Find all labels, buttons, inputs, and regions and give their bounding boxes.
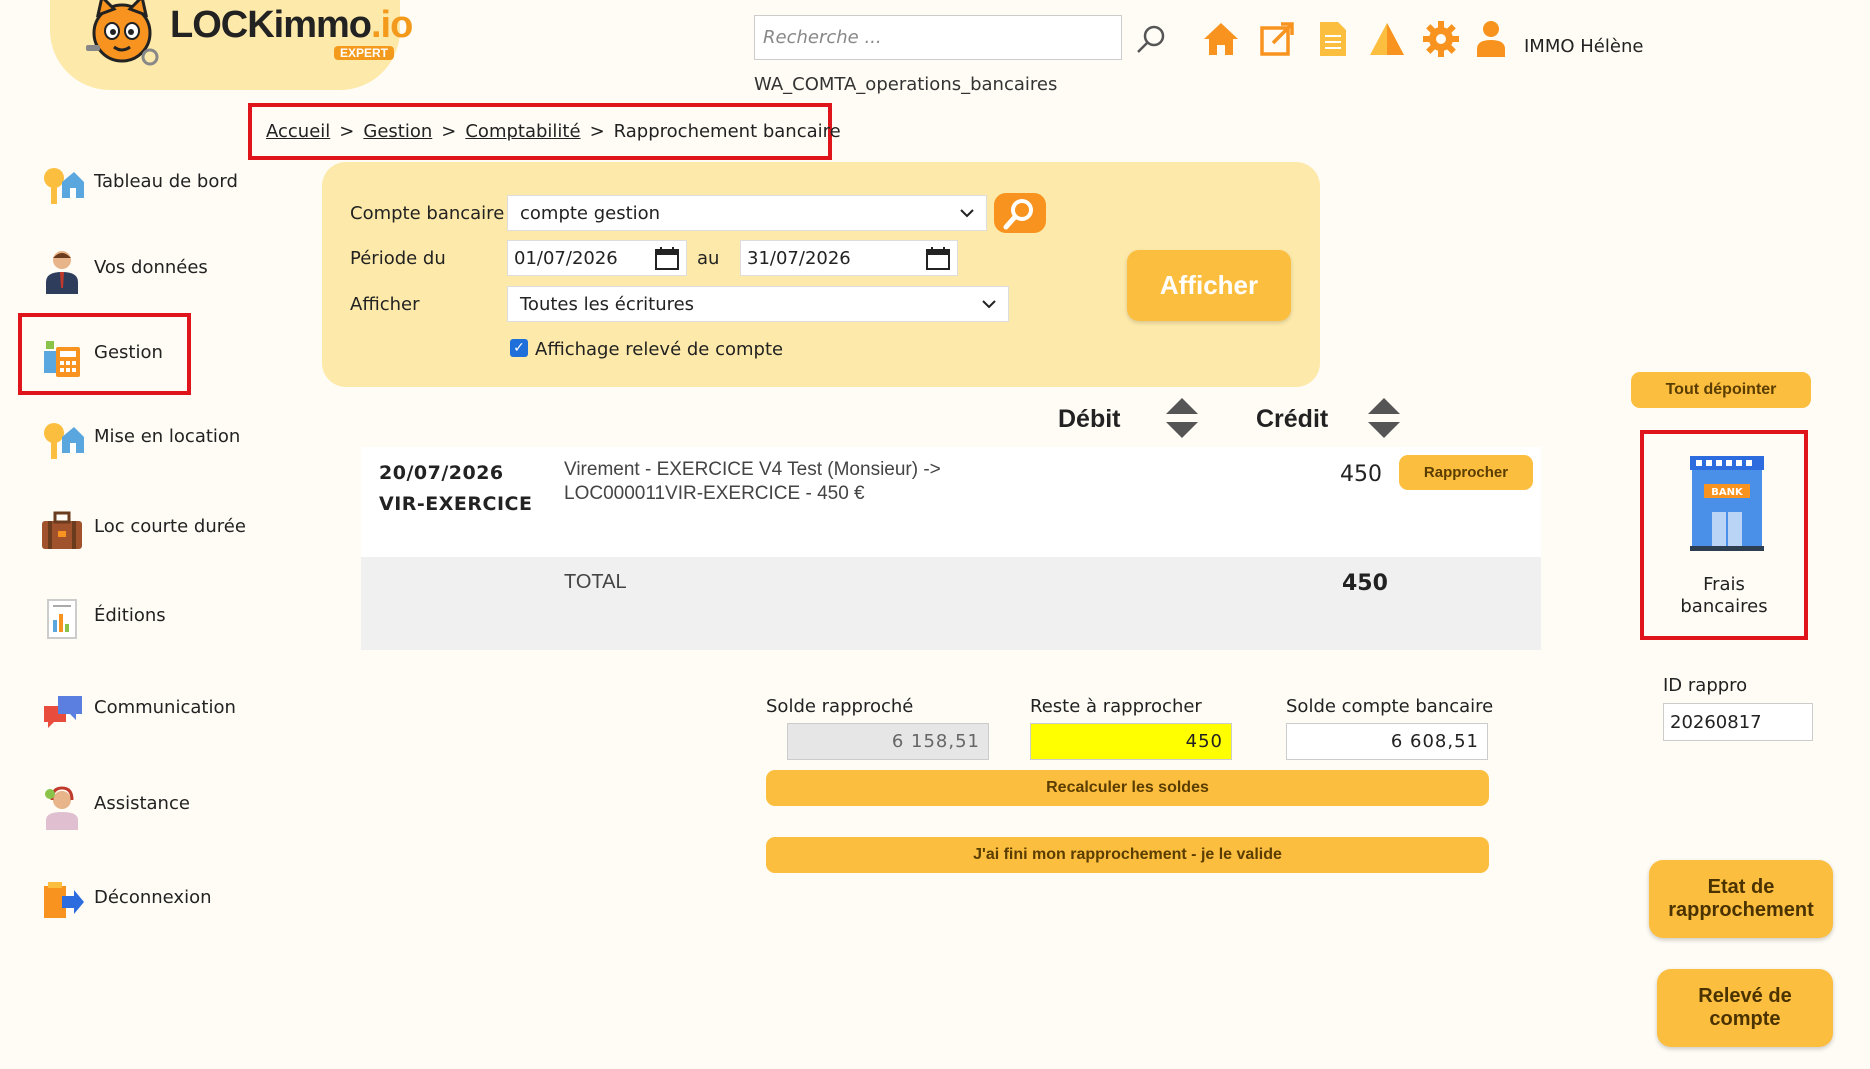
sidebar-item-gestion[interactable]: Gestion	[40, 333, 163, 379]
breadcrumb-separator: >	[339, 121, 355, 142]
user-name[interactable]: IMMO Hélène	[1524, 36, 1643, 57]
calendar-icon[interactable]	[925, 245, 951, 271]
breadcrumb-current: Rapprochement bancaire	[613, 121, 841, 142]
breadcrumb-separator: >	[441, 121, 457, 142]
id-rappro-label: ID rappro	[1663, 675, 1748, 696]
tout-depointer-button[interactable]: Tout dépointer	[1631, 372, 1811, 408]
bank-sign-text: BANK	[1711, 487, 1744, 498]
calendar-icon[interactable]	[654, 245, 680, 271]
debit-header: Débit	[1058, 405, 1121, 433]
search-input[interactable]	[754, 15, 1122, 60]
breadcrumb-link-accueil[interactable]: Accueil	[266, 121, 330, 142]
sidebar-item-communication[interactable]: Communication	[40, 688, 236, 734]
afficher-button[interactable]: Afficher	[1127, 250, 1291, 321]
valider-rapprochement-button[interactable]: J'ai fini mon rapprochement - je le vali…	[766, 837, 1489, 873]
breadcrumb: Accueil > Gestion > Comptabilité > Rappr…	[248, 103, 841, 160]
total-label: TOTAL	[564, 571, 627, 593]
chevron-down-icon	[982, 300, 996, 309]
sidebar-item-label: Éditions	[94, 604, 166, 626]
rapprocher-button[interactable]: Rapprocher	[1399, 455, 1533, 490]
recalculer-button[interactable]: Recalculer les soldes	[766, 770, 1489, 806]
releve-compte-button[interactable]: Relevé de compte	[1657, 969, 1833, 1047]
sidebar-item-label: Communication	[94, 696, 236, 718]
date-from-input[interactable]: 01/07/2026	[507, 240, 687, 276]
frais-bancaires-button[interactable]: BANK Frais bancaires	[1640, 430, 1808, 640]
support-agent-icon	[45, 786, 78, 830]
person-icon	[46, 251, 78, 294]
show-label: Afficher	[350, 294, 420, 315]
statement-checkbox[interactable]: ✓	[510, 339, 528, 357]
solde-rapproche-label: Solde rapproché	[766, 696, 914, 717]
sidebar-item-label: Gestion	[94, 341, 163, 363]
sidebar-item-assistance[interactable]: Assistance	[40, 784, 190, 830]
etat-rapprochement-button[interactable]: Etat de rapprochement	[1649, 860, 1833, 938]
document-icon[interactable]	[1312, 18, 1354, 60]
period-label: Période du	[350, 248, 446, 269]
breadcrumb-link-comptabilite[interactable]: Comptabilité	[465, 121, 580, 142]
frais-bancaires-label: Frais bancaires	[1680, 574, 1768, 617]
logout-icon	[44, 882, 84, 918]
user-icon[interactable]	[1470, 18, 1512, 60]
sidebar-item-loc-courte-duree[interactable]: Loc courte durée	[40, 507, 246, 553]
breadcrumb-separator: >	[589, 121, 605, 142]
sidebar-item-label: Déconnexion	[94, 886, 212, 908]
solde-rapproche-field: 6 158,51	[787, 723, 989, 760]
chat-bubbles-icon	[44, 696, 82, 728]
account-select[interactable]: compte gestion	[507, 195, 987, 231]
credit-header: Crédit	[1256, 405, 1329, 433]
solde-compte-field[interactable]: 6 608,51	[1286, 723, 1488, 760]
solde-compte-label: Solde compte bancaire	[1286, 696, 1494, 717]
row-libelle: Virement - EXERCICE V4 Test (Monsieur) -…	[564, 459, 941, 504]
search-icon[interactable]	[1130, 18, 1172, 60]
date-from-value: 01/07/2026	[514, 247, 618, 269]
chevron-down-icon	[960, 209, 974, 218]
sort-credit-icon[interactable]	[1366, 396, 1402, 440]
sidebar-item-label: Assistance	[94, 792, 190, 814]
sidebar-item-vos-donnees[interactable]: Vos données	[40, 248, 208, 294]
logo-badge: EXPERT	[334, 46, 395, 60]
suitcase-icon	[42, 511, 82, 549]
page-code: WA_COMTA_operations_bancaires	[754, 74, 1058, 95]
statement-checkbox-label: Affichage relevé de compte	[535, 339, 784, 360]
magnifier-icon	[1003, 199, 1033, 230]
cat-mascot-icon	[86, 0, 159, 66]
date-to-input[interactable]: 31/07/2026	[740, 240, 958, 276]
row-date: 20/07/2026	[379, 462, 504, 484]
show-select-value: Toutes les écritures	[520, 293, 695, 315]
reste-a-rapprocher-field: 450	[1030, 723, 1232, 760]
sidebar-item-mise-en-location[interactable]: Mise en location	[40, 417, 240, 463]
search-account-button[interactable]	[994, 193, 1046, 233]
external-link-icon[interactable]	[1256, 18, 1298, 60]
date-to-value: 31/07/2026	[747, 247, 851, 269]
report-icon	[47, 599, 77, 639]
account-label: Compte bancaire	[350, 203, 505, 224]
sidebar-item-label: Vos données	[94, 256, 208, 278]
logo-text: LOCKimmo.io	[170, 4, 413, 46]
sort-debit-icon[interactable]	[1164, 396, 1200, 440]
row-credit-amount: 450	[1340, 462, 1382, 487]
alert-icon[interactable]	[1366, 18, 1408, 60]
logo[interactable]: LOCKimmo.io EXPERT	[50, 0, 413, 90]
sidebar-item-deconnexion[interactable]: Déconnexion	[40, 878, 212, 924]
show-select[interactable]: Toutes les écritures	[507, 286, 1009, 322]
sidebar-item-label: Tableau de bord	[94, 170, 238, 192]
home-icon[interactable]	[1200, 18, 1242, 60]
sidebar-item-editions[interactable]: Éditions	[40, 596, 166, 642]
total-credit: 450	[1342, 571, 1388, 596]
id-rappro-field[interactable]: 20260817	[1663, 703, 1813, 741]
breadcrumb-link-gestion[interactable]: Gestion	[363, 121, 432, 142]
calculator-icon	[44, 341, 80, 377]
gear-icon[interactable]	[1420, 18, 1462, 60]
reste-a-rapprocher-label: Reste à rapprocher	[1030, 696, 1202, 717]
row-reference: VIR-EXERCICE	[379, 493, 533, 515]
bank-icon: BANK	[1690, 456, 1764, 551]
dashboard-key-icon	[44, 168, 84, 204]
sidebar-item-label: Mise en location	[94, 425, 241, 447]
sidebar-item-tableau-de-bord[interactable]: Tableau de bord	[40, 162, 238, 208]
to-label: au	[697, 248, 720, 269]
account-select-value: compte gestion	[520, 202, 661, 224]
sidebar-item-label: Loc courte durée	[94, 515, 246, 537]
key-house-icon	[44, 423, 84, 459]
